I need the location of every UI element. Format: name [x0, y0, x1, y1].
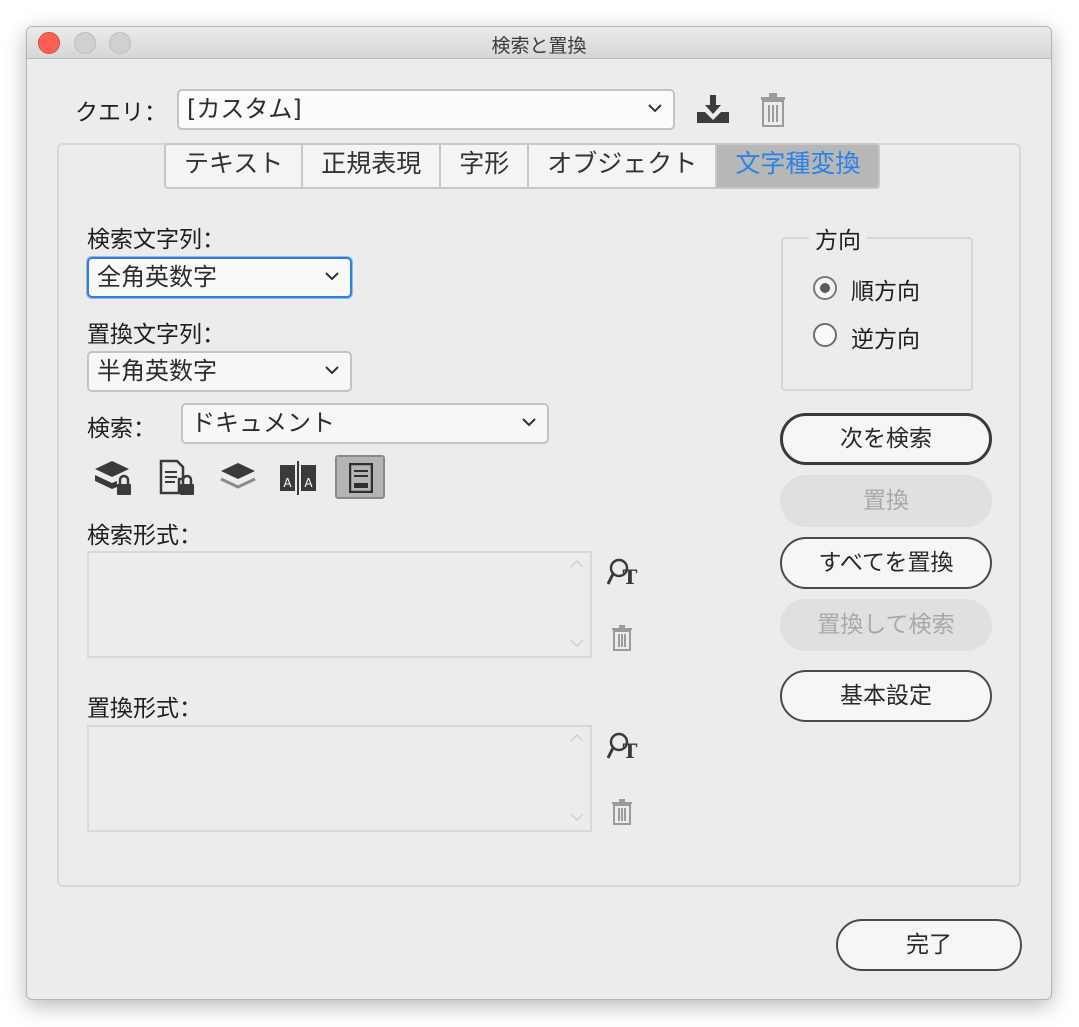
svg-text:T: T	[623, 565, 638, 587]
replace-format-label: 置換形式：	[87, 696, 202, 722]
format-replace-icon[interactable]: T	[607, 731, 641, 761]
footnotes-icon	[349, 463, 373, 493]
title-bar: 検索と置換	[27, 27, 1051, 59]
query-label: クエリ：	[75, 100, 167, 126]
scroll-down-icon[interactable]	[570, 639, 584, 648]
replace-button[interactable]: 置換	[780, 475, 992, 527]
search-string-select[interactable]: 全角英数字	[87, 257, 352, 298]
tab-object[interactable]: オブジェクト	[529, 145, 718, 187]
direction-legend: 方向	[809, 221, 867, 255]
format-search-icon[interactable]: T	[607, 557, 641, 587]
tab-glyph[interactable]: 字形	[441, 145, 530, 187]
tab-grep[interactable]: 正規表現	[303, 145, 442, 187]
scroll-up-icon[interactable]	[570, 559, 584, 568]
search-scope-select[interactable]: ドキュメント	[181, 403, 549, 444]
svg-text:A: A	[283, 476, 292, 490]
search-scope-value: ドキュメント	[191, 409, 335, 437]
radio-backward-label[interactable]: 逆方向	[851, 320, 920, 354]
replace-all-button[interactable]: すべてを置換	[780, 537, 992, 589]
scroll-up-icon[interactable]	[570, 733, 584, 742]
chevron-down-icon	[325, 366, 339, 375]
master-pages-icon[interactable]: A A	[275, 457, 321, 499]
footnotes-toggle[interactable]	[335, 455, 385, 499]
chevron-down-icon	[522, 418, 536, 427]
radio-backward[interactable]	[813, 323, 837, 347]
trash-icon[interactable]	[611, 625, 633, 651]
trash-icon[interactable]	[611, 799, 633, 825]
search-string-label: 検索文字列：	[87, 227, 225, 253]
preferences-button[interactable]: 基本設定	[780, 670, 992, 722]
radio-forward[interactable]	[813, 276, 837, 300]
replace-string-value: 半角英数字	[97, 357, 217, 385]
search-format-field[interactable]	[87, 551, 592, 658]
done-button[interactable]: 完了	[836, 919, 1022, 971]
find-replace-dialog: 検索と置換 クエリ： [カスタム] テキスト 正規表現 字形 オブジェクト 文字…	[26, 26, 1052, 1000]
locked-stories-icon[interactable]	[153, 457, 199, 499]
hidden-layers-icon[interactable]	[215, 457, 261, 499]
window-title: 検索と置換	[491, 35, 587, 57]
locked-layers-icon[interactable]	[91, 457, 137, 499]
query-value: [カスタム]	[187, 95, 302, 123]
replace-string-select[interactable]: 半角英数字	[87, 351, 352, 392]
search-string-value: 全角英数字	[97, 263, 217, 291]
replace-format-field[interactable]	[87, 725, 592, 832]
radio-forward-label[interactable]: 順方向	[851, 272, 920, 306]
search-scope-label: 検索：	[87, 416, 156, 442]
replace-string-label: 置換文字列：	[87, 322, 225, 348]
trash-icon[interactable]	[760, 93, 786, 127]
download-icon[interactable]	[695, 95, 731, 125]
svg-text:A: A	[304, 476, 313, 490]
direction-group	[781, 237, 973, 391]
tab-transliterate[interactable]: 文字種変換	[717, 145, 879, 187]
tab-text[interactable]: テキスト	[166, 145, 304, 187]
scroll-down-icon[interactable]	[570, 813, 584, 822]
find-next-button[interactable]: 次を検索	[780, 413, 992, 465]
chevron-down-icon	[648, 104, 662, 113]
chevron-down-icon	[325, 272, 339, 281]
svg-text:T: T	[623, 739, 638, 761]
tab-bar: テキスト 正規表現 字形 オブジェクト 文字種変換	[164, 143, 881, 189]
replace-find-button[interactable]: 置換して検索	[780, 599, 992, 651]
query-select[interactable]: [カスタム]	[177, 89, 675, 130]
search-format-label: 検索形式：	[87, 523, 202, 549]
